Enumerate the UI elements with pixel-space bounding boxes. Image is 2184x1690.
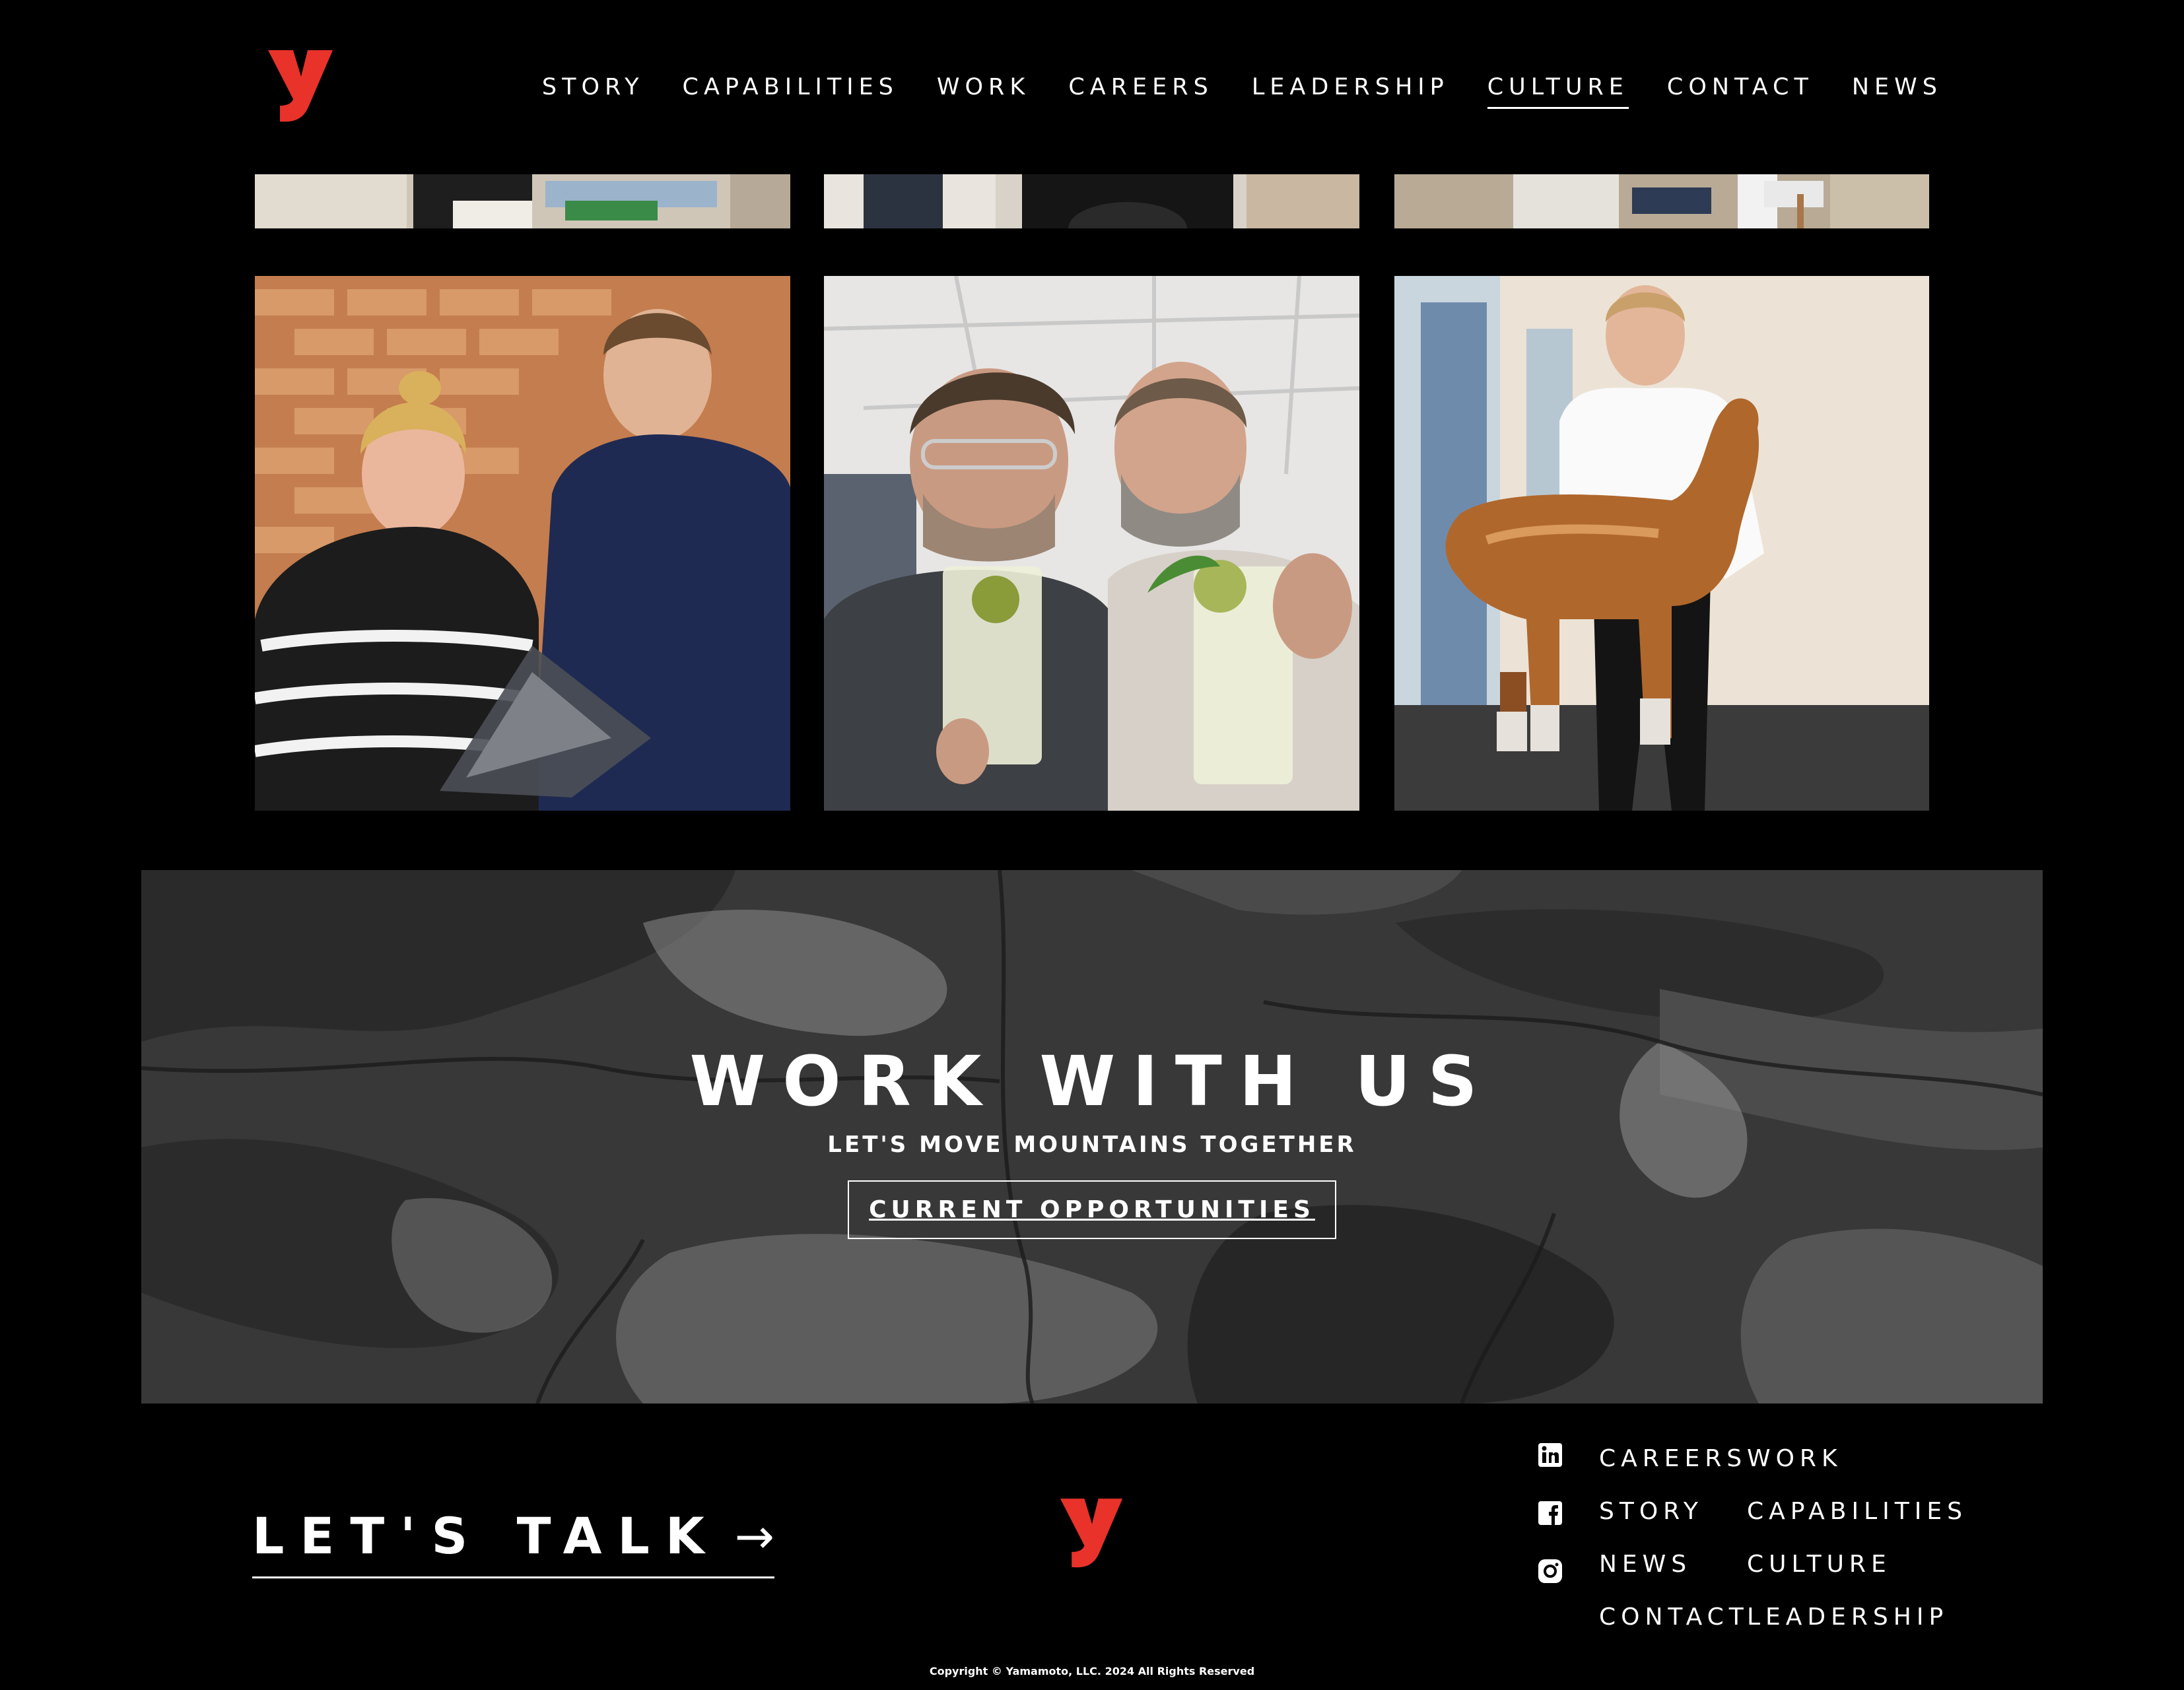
current-opportunities-button[interactable]: CURRENT OPPORTUNITIES <box>848 1180 1336 1239</box>
nav-culture[interactable]: CULTURE <box>1487 71 1629 109</box>
footer-link-story[interactable]: STORY <box>1599 1498 1703 1525</box>
instagram-icon[interactable] <box>1537 1558 1563 1584</box>
facebook-icon[interactable] <box>1537 1500 1563 1526</box>
footer-logo[interactable] <box>1059 1496 1125 1570</box>
footer-link-capabilities[interactable]: CAPABILITIES <box>1747 1498 1967 1525</box>
footer-link-careers[interactable]: CAREERS <box>1599 1445 1747 1472</box>
lets-talk-link[interactable]: LET'S TALK → <box>252 1506 775 1578</box>
banner-subtitle: LET'S MOVE MOUNTAINS TOGETHER <box>827 1132 1357 1158</box>
nav-news[interactable]: NEWS <box>1852 71 1942 109</box>
nav-careers[interactable]: CAREERS <box>1068 71 1213 109</box>
footer-link-contact[interactable]: CONTACT <box>1599 1604 1749 1631</box>
banner-button-wrap: CURRENT OPPORTUNITIES <box>141 1159 2043 1239</box>
nav-capabilities[interactable]: CAPABILITIES <box>683 71 899 109</box>
yamamoto-logo[interactable] <box>267 48 335 124</box>
office-floor-photo <box>1394 174 1929 228</box>
office-person-photo <box>824 174 1359 228</box>
footer-nav-col1: CAREERS STORY NEWS CONTACT <box>1599 1443 1749 1654</box>
site-header: STORY CAPABILITIES WORK CAREERS LEADERSH… <box>0 0 2184 174</box>
nav-leadership[interactable]: LEADERSHIP <box>1252 71 1449 109</box>
nav-work[interactable]: WORK <box>937 71 1030 109</box>
nav-contact[interactable]: CONTACT <box>1667 71 1814 109</box>
office-meeting-photo <box>255 174 790 228</box>
linkedin-icon[interactable] <box>1537 1442 1563 1468</box>
footer-nav-col2: WORK CAPABILITIES CULTURE LEADERSHIP <box>1747 1443 1967 1654</box>
drinks-selfie-photo <box>824 276 1359 811</box>
lets-talk-label: LET'S TALK <box>252 1506 720 1565</box>
footer-link-culture[interactable]: CULTURE <box>1747 1551 1892 1578</box>
footer-link-news[interactable]: NEWS <box>1599 1551 1691 1578</box>
inflatable-horse-photo <box>1394 276 1929 811</box>
main-nav: STORY CAPABILITIES WORK CAREERS LEADERSH… <box>542 71 1942 109</box>
arrow-right-icon: → <box>734 1508 775 1564</box>
award-photo <box>255 276 790 811</box>
banner-title: WORK WITH US <box>689 1041 1495 1122</box>
footer-link-work[interactable]: WORK <box>1747 1445 1843 1472</box>
work-with-us-banner: WORK WITH US LET'S MOVE MOUNTAINS TOGETH… <box>141 870 2043 1403</box>
nav-story[interactable]: STORY <box>542 71 644 109</box>
footer-link-leadership[interactable]: LEADERSHIP <box>1747 1604 1948 1631</box>
banner-content: WORK WITH US LET'S MOVE MOUNTAINS TOGETH… <box>141 1042 2043 1239</box>
copyright-text: Copyright © Yamamoto, LLC. 2024 All Righ… <box>929 1665 1255 1677</box>
